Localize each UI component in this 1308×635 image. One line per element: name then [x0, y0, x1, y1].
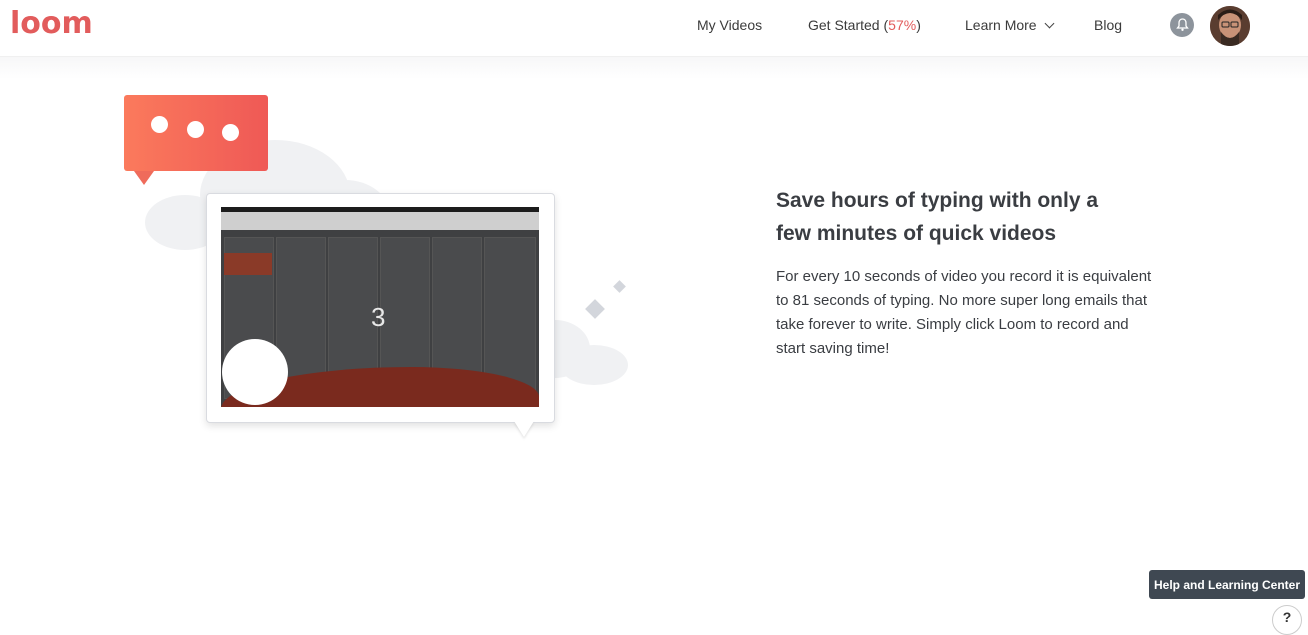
nav-blog[interactable]: Blog [1094, 17, 1122, 33]
nav-my-videos[interactable]: My Videos [697, 17, 762, 33]
user-avatar[interactable] [1210, 6, 1250, 46]
top-navbar: loom My Videos Get Started (57%) Learn M… [0, 0, 1308, 57]
nav-my-videos-label: My Videos [697, 17, 763, 33]
hero-headline: Save hours of typing with only a few min… [776, 184, 1136, 250]
chevron-down-icon [1045, 18, 1055, 29]
help-question-icon[interactable]: ? [1272, 605, 1302, 635]
bubble-dot [187, 121, 204, 138]
description-line: For every 10 seconds of video you record… [776, 268, 1152, 285]
cloud-shape [560, 345, 628, 385]
bubble-dot [222, 124, 239, 141]
video-card-tail [514, 421, 534, 437]
nav-get-started[interactable]: Get Started (57%) [808, 17, 921, 33]
headline-line: Save hours of typing with only a [776, 189, 1099, 212]
logo-text: loom [10, 6, 93, 41]
progress-percent: 57% [888, 17, 917, 33]
notifications-bell-icon[interactable] [1170, 13, 1194, 37]
help-question-glyph: ? [1282, 609, 1292, 625]
chat-bubble-tail [134, 171, 154, 185]
sparkle-icon [585, 299, 605, 319]
webcam-bubble [222, 339, 288, 405]
sparkle-icon [613, 280, 626, 293]
description-line: start saving time! [776, 340, 890, 357]
preview-browser-bar [221, 212, 539, 230]
hero-description: For every 10 seconds of video you record… [776, 265, 1176, 361]
help-learning-center-button[interactable]: Help and Learning Center [1149, 570, 1305, 599]
nav-blog-label: Blog [1094, 17, 1123, 33]
recording-countdown: 3 [371, 302, 386, 332]
headline-line: few minutes of quick videos [776, 222, 1057, 245]
header-shadow-band [0, 57, 1308, 79]
bubble-dot [151, 116, 168, 133]
description-line: take forever to write. Simply click Loom… [776, 316, 1129, 333]
description-line: to 81 seconds of typing. No more super l… [776, 292, 1148, 309]
help-button-label: Help and Learning Center [1153, 577, 1301, 592]
progress-close-paren: ) [916, 17, 921, 33]
loom-logo[interactable]: loom [10, 6, 93, 41]
chat-bubble-icon [124, 95, 268, 171]
nav-get-started-label: Get Started [808, 17, 880, 33]
nav-learn-more-label: Learn More [965, 17, 1037, 33]
nav-learn-more[interactable]: Learn More [965, 17, 1055, 33]
preview-thumbnail [224, 253, 272, 275]
